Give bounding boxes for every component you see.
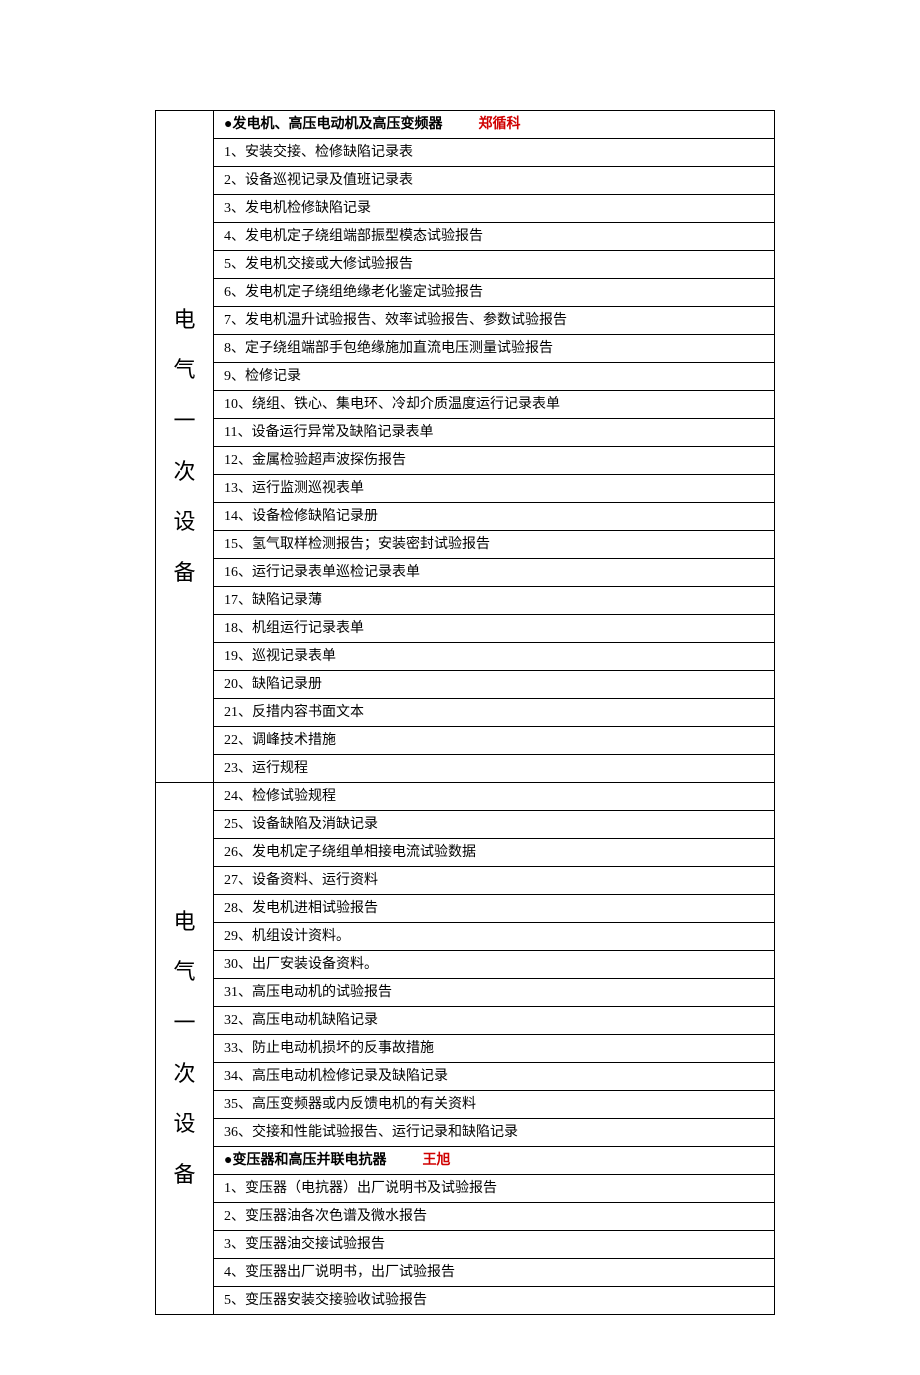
list-item: 35、高压变频器或内反馈电机的有关资料: [214, 1091, 775, 1119]
list-item: 20、缺陷记录册: [214, 671, 775, 699]
list-item: 1、变压器（电抗器）出厂说明书及试验报告: [214, 1175, 775, 1203]
list-item: 25、设备缺陷及消缺记录: [214, 811, 775, 839]
list-item: 4、发电机定子绕组端部振型模态试验报告: [214, 223, 775, 251]
list-item: 12、金属检验超声波探伤报告: [214, 447, 775, 475]
list-item: 34、高压电动机检修记录及缺陷记录: [214, 1063, 775, 1091]
list-item: 29、机组设计资料。: [214, 923, 775, 951]
list-item: 28、发电机进相试验报告: [214, 895, 775, 923]
list-item: 21、反措内容书面文本: [214, 699, 775, 727]
category-vertical-header: 电气一次设备: [156, 111, 214, 783]
list-item: 26、发电机定子绕组单相接电流试验数据: [214, 839, 775, 867]
list-item: 32、高压电动机缺陷记录: [214, 1007, 775, 1035]
list-item: 19、巡视记录表单: [214, 643, 775, 671]
section-owner: 王旭: [422, 1153, 450, 1168]
list-item: 36、交接和性能试验报告、运行记录和缺陷记录: [214, 1119, 775, 1147]
category-char: 次: [156, 447, 213, 498]
list-item: 13、运行监测巡视表单: [214, 475, 775, 503]
list-item: 14、设备检修缺陷记录册: [214, 503, 775, 531]
list-item: 31、高压电动机的试验报告: [214, 979, 775, 1007]
category-char: 气: [156, 345, 213, 396]
list-item: 30、出厂安装设备资料。: [214, 951, 775, 979]
category-char: 备: [156, 1150, 213, 1201]
category-char: 一: [156, 998, 213, 1049]
category-vertical-header: 电气一次设备: [156, 783, 214, 1315]
list-item: 17、缺陷记录薄: [214, 587, 775, 615]
list-item: 5、变压器安装交接验收试验报告: [214, 1287, 775, 1315]
list-item: 8、定子绕组端部手包绝缘施加直流电压测量试验报告: [214, 335, 775, 363]
section-title: ●发电机、高压电动机及高压变频器: [224, 117, 442, 132]
category-char: 一: [156, 396, 213, 447]
list-item: 7、发电机温升试验报告、效率试验报告、参数试验报告: [214, 307, 775, 335]
list-item: 2、变压器油各次色谱及微水报告: [214, 1203, 775, 1231]
list-item: 10、绕组、铁心、集电环、冷却介质温度运行记录表单: [214, 391, 775, 419]
list-item: 18、机组运行记录表单: [214, 615, 775, 643]
list-item: 4、变压器出厂说明书，出厂试验报告: [214, 1259, 775, 1287]
category-char: 气: [156, 947, 213, 998]
list-item: 6、发电机定子绕组绝缘老化鉴定试验报告: [214, 279, 775, 307]
list-item: 3、发电机检修缺陷记录: [214, 195, 775, 223]
category-char: 设: [156, 497, 213, 548]
list-item: 27、设备资料、运行资料: [214, 867, 775, 895]
section-title: ●变压器和高压并联电抗器: [224, 1153, 386, 1168]
list-item: 9、检修记录: [214, 363, 775, 391]
list-item: 2、设备巡视记录及值班记录表: [214, 167, 775, 195]
list-item: 1、安装交接、检修缺陷记录表: [214, 139, 775, 167]
list-item: 3、变压器油交接试验报告: [214, 1231, 775, 1259]
list-item: 33、防止电动机损坏的反事故措施: [214, 1035, 775, 1063]
list-item: 15、氢气取样检测报告；安装密封试验报告: [214, 531, 775, 559]
list-item: 16、运行记录表单巡检记录表单: [214, 559, 775, 587]
equipment-table: 电气一次设备●发电机、高压电动机及高压变频器郑循科1、安装交接、检修缺陷记录表2…: [155, 110, 775, 1315]
category-char: 电: [156, 897, 213, 948]
list-item: 24、检修试验规程: [214, 783, 775, 811]
category-char: 次: [156, 1049, 213, 1100]
list-item: 22、调峰技术措施: [214, 727, 775, 755]
category-char: 设: [156, 1099, 213, 1150]
section-owner: 郑循科: [478, 117, 520, 132]
category-char: 备: [156, 548, 213, 599]
section-header: ●发电机、高压电动机及高压变频器 郑循科: [214, 111, 775, 139]
list-item: 5、发电机交接或大修试验报告: [214, 251, 775, 279]
list-item: 11、设备运行异常及缺陷记录表单: [214, 419, 775, 447]
list-item: 23、运行规程: [214, 755, 775, 783]
category-char: 电: [156, 295, 213, 346]
section-header: ●变压器和高压并联电抗器 王旭: [214, 1147, 775, 1175]
